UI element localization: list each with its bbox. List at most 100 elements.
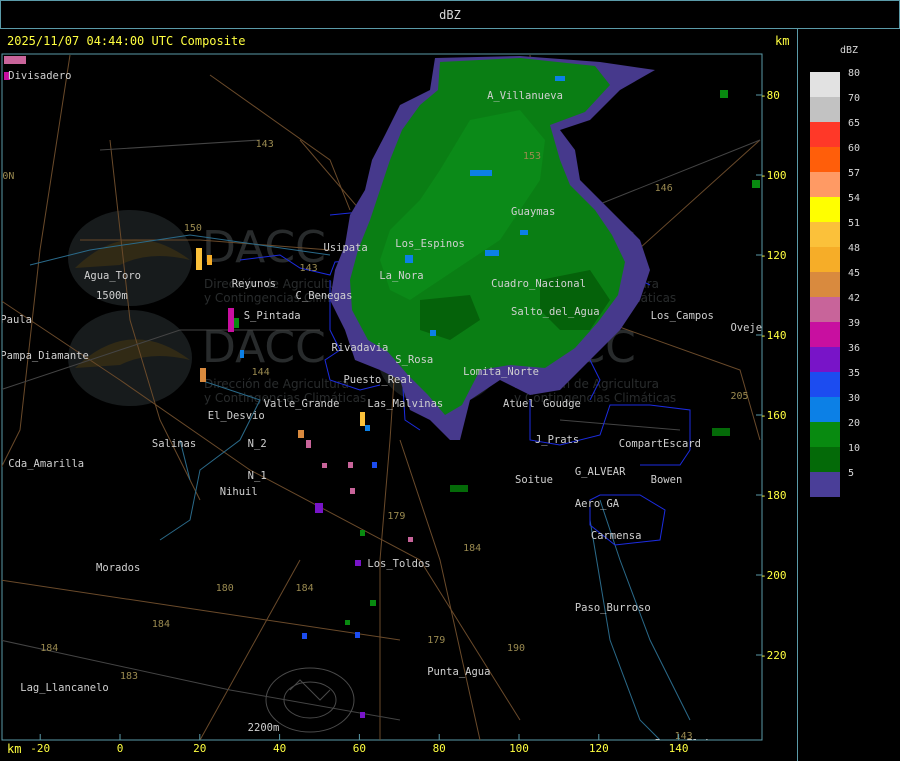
y-tick-label: -120 — [760, 249, 787, 262]
legend-swatch — [810, 97, 840, 122]
route-label: 153 — [523, 151, 541, 162]
place-label: 2200m — [248, 722, 280, 734]
x-tick-label: 40 — [273, 742, 286, 755]
watermark-line1-1: Dirección de Agricultura — [204, 277, 349, 291]
legend-value: 60 — [848, 143, 861, 154]
route-label: 190 — [507, 643, 525, 654]
legend-value: 57 — [848, 168, 861, 179]
route-label: 184 — [152, 619, 170, 630]
place-label: CompartEscard — [619, 438, 701, 450]
place-label: Las_Malvinas — [367, 398, 443, 410]
route-label: 205 — [730, 391, 748, 402]
place-label: Lag_Llancanelo — [20, 682, 109, 694]
legend-value: 51 — [848, 218, 861, 229]
place-label: Divisadero — [8, 70, 71, 82]
radar-map[interactable]: DACC DACC DACC DACC Dirección de Agricul… — [0, 0, 900, 761]
place-label: Agua_Toro — [84, 270, 141, 282]
legend-swatch — [810, 472, 840, 497]
place-label: Cda_Amarilla — [8, 458, 84, 470]
legend-swatch — [810, 272, 840, 297]
route-label: 180 — [216, 583, 234, 594]
legend-value: 54 — [848, 193, 861, 204]
legend-swatch — [810, 322, 840, 347]
place-label: Usipata — [323, 242, 367, 254]
legend-swatch — [810, 347, 840, 372]
route-label: 150 — [184, 223, 202, 234]
route-label: 179 — [427, 635, 445, 646]
place-label: Los_Campos — [651, 310, 714, 322]
place-label: A_Villanueva — [487, 90, 563, 102]
route-label: 143 — [300, 263, 318, 274]
place-label: Cuadro_Nacional — [491, 278, 586, 290]
route-label: 184 — [463, 543, 481, 554]
place-label: S_Rosa — [395, 354, 433, 366]
route-label: 144 — [252, 367, 270, 378]
place-label: La_Nora — [379, 270, 423, 282]
x-tick-label: 0 — [117, 742, 124, 755]
y-tick-label: -200 — [760, 569, 787, 582]
x-tick-label: 100 — [509, 742, 529, 755]
x-tick-label: 60 — [353, 742, 366, 755]
x-tick-label: 20 — [193, 742, 206, 755]
route-label: 146 — [655, 183, 673, 194]
place-label: Los_Toldos — [367, 558, 430, 570]
y-tick-label: -160 — [760, 409, 787, 422]
legend-value: 20 — [848, 418, 861, 429]
route-label: 143 — [256, 139, 274, 150]
legend-swatch — [810, 197, 840, 222]
place-label: Salto_del_Agua — [511, 306, 600, 318]
legend-swatch — [810, 222, 840, 247]
y-tick-label: -220 — [760, 649, 787, 662]
place-label: Rivadavia — [331, 342, 388, 354]
place-label: Soitue — [515, 474, 553, 486]
x-tick-label: -20 — [30, 742, 50, 755]
x-axis: -20 0 20 40 60 80 100 120 140 — [30, 734, 689, 755]
legend-value: 5 — [848, 468, 855, 479]
route-label: 40N — [0, 171, 14, 182]
x-axis-unit: km — [7, 742, 22, 756]
route-label: 184 — [40, 643, 58, 654]
place-label: Punta_Agua — [427, 666, 490, 678]
legend-value: 30 — [848, 393, 861, 404]
timestamp-label: 2025/11/07 04:44:00 UTC Composite — [7, 34, 246, 48]
place-label: El_Desvio — [208, 410, 265, 422]
legend-value: 65 — [848, 118, 861, 129]
y-axis-unit: km — [775, 34, 790, 48]
route-label: 179 — [387, 511, 405, 522]
legend-value: 70 — [848, 93, 861, 104]
legend-swatch — [810, 397, 840, 422]
legend-swatch — [810, 297, 840, 322]
legend-value: 36 — [848, 343, 861, 354]
legend-swatch — [810, 372, 840, 397]
legend-value: 45 — [848, 268, 861, 279]
x-tick-label: 80 — [433, 742, 446, 755]
place-label: G_ALVEAR — [575, 466, 626, 478]
x-tick-label: 120 — [589, 742, 609, 755]
legend-swatch — [810, 72, 840, 97]
legend-value: 10 — [848, 443, 861, 454]
place-label: Morados — [96, 562, 140, 574]
legend-value: 35 — [848, 368, 861, 379]
place-label: Salinas — [152, 438, 196, 450]
legend-swatch — [810, 422, 840, 447]
place-label: Aero_GA — [575, 498, 620, 510]
place-label: Atuel — [503, 398, 535, 410]
place-label: Reyunos — [232, 278, 276, 290]
place-label: Los_Espinos — [395, 238, 465, 250]
place-label: 1500m — [96, 290, 128, 302]
legend-swatch — [810, 447, 840, 472]
legend-value: 80 — [848, 68, 861, 79]
place-label: Carmensa — [591, 530, 642, 542]
place-label: C_Benegas — [296, 290, 353, 302]
place-label: Nihuil — [220, 486, 258, 498]
place-label: J_Prats — [535, 434, 579, 446]
y-tick-label: -100 — [760, 169, 787, 182]
legend-value: 39 — [848, 318, 861, 329]
place-label: Guaymas — [511, 206, 555, 218]
legend-value: 42 — [848, 293, 861, 304]
place-label: Bowen — [651, 474, 683, 486]
legend-title: dBZ — [840, 45, 859, 56]
x-tick-label: 140 — [669, 742, 689, 755]
legend-value: 48 — [848, 243, 861, 254]
legend-swatch — [810, 172, 840, 197]
